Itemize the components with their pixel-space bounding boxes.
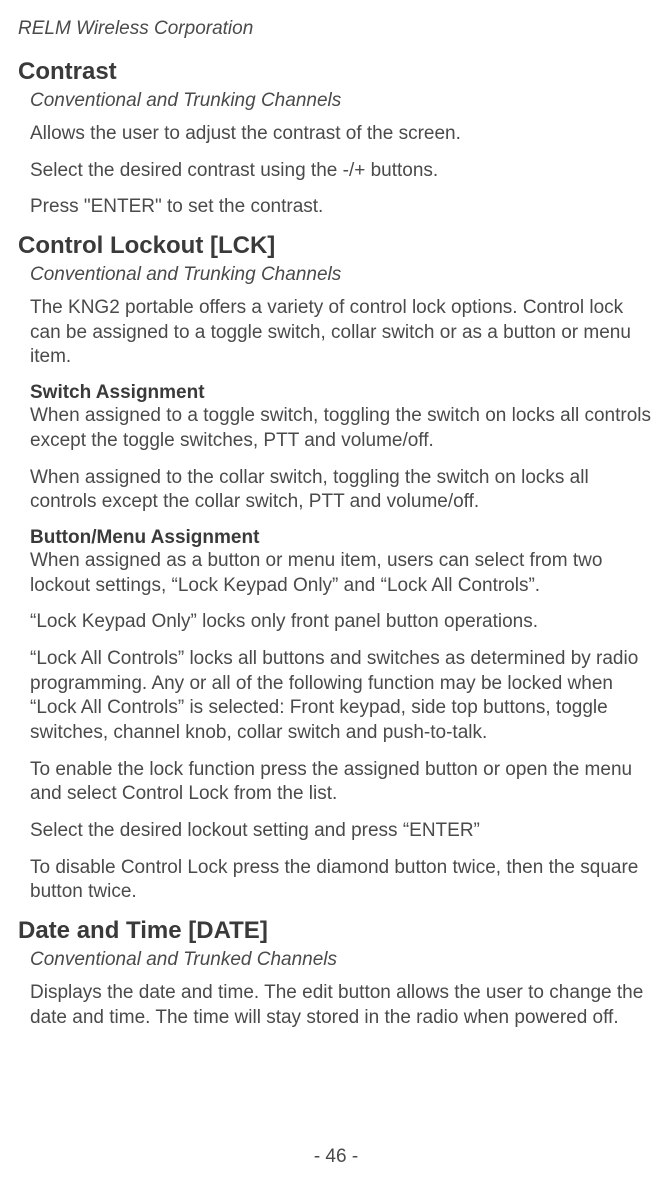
body-text: “Lock All Controls” locks all buttons an…: [30, 647, 654, 746]
body-text: Select the desired lockout setting and p…: [30, 819, 654, 844]
section-title-control-lockout: Control Lockout [LCK]: [18, 232, 654, 260]
body-text: When assigned to a toggle switch, toggli…: [30, 404, 654, 453]
subheading-button-menu-assignment: Button/Menu Assignment: [30, 527, 654, 549]
subtitle-date-time: Conventional and Trunked Channels: [30, 949, 654, 971]
subtitle-contrast: Conventional and Trunking Channels: [30, 90, 654, 112]
body-text: Press "ENTER" to set the contrast.: [30, 195, 654, 220]
body-text: To disable Control Lock press the diamon…: [30, 856, 654, 905]
subtitle-control-lockout: Conventional and Trunking Channels: [30, 264, 654, 286]
page-container: RELM Wireless Corporation Contrast Conve…: [0, 0, 672, 1182]
body-text: To enable the lock function press the as…: [30, 758, 654, 807]
section-title-date-time: Date and Time [DATE]: [18, 917, 654, 945]
body-text: Displays the date and time. The edit but…: [30, 981, 654, 1030]
body-text: “Lock Keypad Only” locks only front pane…: [30, 610, 654, 635]
company-name: RELM Wireless Corporation: [18, 18, 654, 40]
body-text: The KNG2 portable offers a variety of co…: [30, 296, 654, 370]
body-text: When assigned to the collar switch, togg…: [30, 466, 654, 515]
body-text: When assigned as a button or menu item, …: [30, 549, 654, 598]
section-title-contrast: Contrast: [18, 58, 654, 86]
subheading-switch-assignment: Switch Assignment: [30, 382, 654, 404]
body-text: Allows the user to adjust the contrast o…: [30, 122, 654, 147]
page-number: - 46 -: [0, 1146, 672, 1168]
body-text: Select the desired contrast using the -/…: [30, 159, 654, 184]
